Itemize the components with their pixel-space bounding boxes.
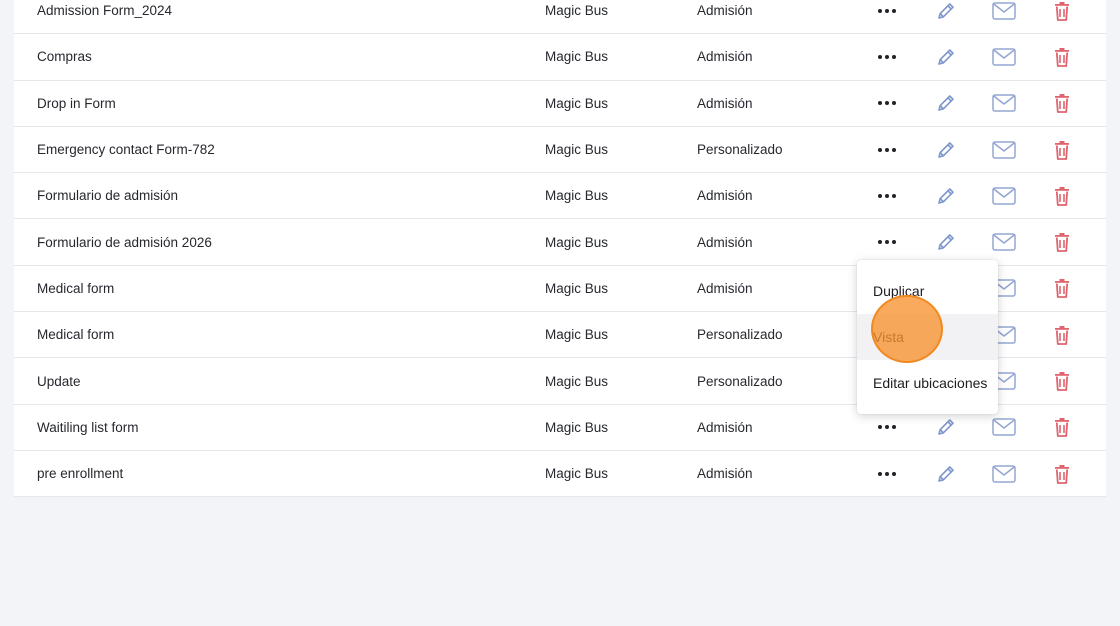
form-type-cell: Admisión — [697, 466, 753, 482]
form-name-cell: Compras — [37, 49, 92, 65]
table-row[interactable]: Formulario de admisión Magic Bus Admisión — [14, 173, 1106, 220]
pencil-icon[interactable] — [935, 231, 957, 253]
form-name-cell: pre enrollment — [37, 466, 124, 482]
form-type-cell: Admisión — [697, 49, 753, 65]
trash-icon[interactable] — [1052, 185, 1072, 207]
form-name-cell: Waitiling list form — [37, 419, 139, 435]
pencil-icon[interactable] — [935, 463, 957, 485]
forms-page: Admission Form_2024 Magic Bus Admisión Comp… — [0, 0, 1120, 626]
form-name-cell: Formulario de admisión — [37, 188, 179, 204]
form-type-cell: Personalizado — [697, 373, 783, 389]
organization-cell: Magic Bus — [545, 373, 609, 389]
envelope-icon[interactable] — [991, 46, 1017, 68]
trash-icon[interactable] — [1052, 46, 1072, 68]
menu-item-editar-ubicaciones[interactable]: Editar ubicaciones — [857, 360, 998, 406]
organization-cell: Magic Bus — [545, 95, 609, 111]
pencil-icon[interactable] — [935, 92, 957, 114]
table-row[interactable]: Admission Form_2024 Magic Bus Admisión — [14, 0, 1106, 35]
form-type-cell: Admisión — [697, 419, 753, 435]
organization-cell: Magic Bus — [545, 142, 609, 158]
table-row[interactable]: Compras Magic Bus Admisión — [14, 34, 1106, 81]
more-horizontal-icon[interactable] — [876, 1, 898, 21]
forms-table: Admission Form_2024 Magic Bus Admisión Comp… — [14, 0, 1106, 498]
envelope-icon[interactable] — [991, 463, 1017, 485]
form-name-cell: Admission Form_2024 — [37, 3, 173, 19]
row-context-menu: Duplicar Vista Editar ubicaciones — [857, 260, 998, 414]
form-type-cell: Admisión — [697, 234, 753, 250]
trash-icon[interactable] — [1052, 92, 1072, 114]
table-row[interactable]: Drop in Form Magic Bus Admisión — [14, 81, 1106, 127]
organization-cell: Magic Bus — [545, 466, 609, 482]
more-horizontal-icon[interactable] — [876, 186, 898, 206]
form-name-cell: Drop in Form — [37, 95, 116, 111]
organization-cell: Magic Bus — [545, 280, 609, 296]
organization-cell: Magic Bus — [545, 3, 609, 19]
form-type-cell: Personalizado — [697, 142, 783, 158]
trash-icon[interactable] — [1052, 277, 1072, 299]
form-type-cell: Admisión — [697, 95, 753, 111]
organization-cell: Magic Bus — [545, 234, 609, 250]
form-type-cell: Admisión — [697, 188, 753, 204]
form-type-cell: Admisión — [697, 280, 753, 296]
form-type-cell: Admisión — [697, 3, 753, 19]
pencil-icon[interactable] — [935, 139, 957, 161]
organization-cell: Magic Bus — [545, 188, 609, 204]
envelope-icon[interactable] — [991, 231, 1017, 253]
pencil-icon[interactable] — [935, 0, 957, 22]
table-row[interactable]: Emergency contact Form-782 Magic Bus Perso… — [14, 127, 1106, 174]
more-horizontal-icon[interactable] — [876, 464, 898, 484]
organization-cell: Magic Bus — [545, 419, 609, 435]
table-row[interactable]: Formulario de admisión 2026 Magic Bus Admi… — [14, 219, 1106, 266]
trash-icon[interactable] — [1052, 324, 1072, 346]
trash-icon[interactable] — [1052, 139, 1072, 161]
menu-item-vista[interactable]: Vista — [857, 314, 998, 360]
more-horizontal-icon[interactable] — [876, 232, 898, 252]
pencil-icon[interactable] — [935, 46, 957, 68]
more-horizontal-icon[interactable] — [876, 417, 898, 437]
trash-icon[interactable] — [1052, 370, 1072, 392]
organization-cell: Magic Bus — [545, 49, 609, 65]
envelope-icon[interactable] — [991, 185, 1017, 207]
form-name-cell: Medical form — [37, 327, 115, 343]
table-row[interactable]: pre enrollment Magic Bus Admisión — [14, 451, 1106, 498]
more-horizontal-icon[interactable] — [876, 47, 898, 67]
organization-cell: Magic Bus — [545, 327, 609, 343]
menu-item-duplicar[interactable]: Duplicar — [857, 268, 998, 314]
trash-icon[interactable] — [1052, 0, 1072, 22]
envelope-icon[interactable] — [991, 92, 1017, 114]
more-horizontal-icon[interactable] — [876, 140, 898, 160]
pencil-icon[interactable] — [935, 416, 957, 438]
form-name-cell: Medical form — [37, 280, 115, 296]
envelope-icon[interactable] — [991, 0, 1017, 22]
form-name-cell: Emergency contact Form-782 — [37, 142, 215, 158]
pencil-icon[interactable] — [935, 185, 957, 207]
trash-icon[interactable] — [1052, 231, 1072, 253]
form-name-cell: Update — [37, 373, 81, 389]
more-horizontal-icon[interactable] — [876, 93, 898, 113]
envelope-icon[interactable] — [991, 416, 1017, 438]
form-type-cell: Personalizado — [697, 327, 783, 343]
envelope-icon[interactable] — [991, 139, 1017, 161]
trash-icon[interactable] — [1052, 416, 1072, 438]
form-name-cell: Formulario de admisión 2026 — [37, 234, 212, 250]
trash-icon[interactable] — [1052, 463, 1072, 485]
